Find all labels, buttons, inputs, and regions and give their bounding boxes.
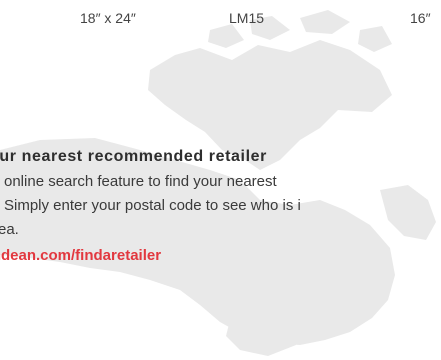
retailer-body-text-3: ea.: [0, 221, 19, 238]
find-retailer-link[interactable]: rndean.com/findaretailer: [0, 247, 441, 267]
spec-size: 18″ x 24″: [80, 10, 136, 26]
spec-size-secondary: 16″: [410, 10, 431, 26]
spec-row: 18″ x 24″ LM15 16″: [0, 10, 441, 30]
spec-model: LM15: [229, 10, 265, 26]
retailer-heading-text: our nearest recommended retailer: [0, 148, 267, 165]
retailer-body-text-2: Simply enter your postal code to see who…: [4, 197, 301, 214]
retailer-heading: our nearest recommended retailer: [0, 148, 441, 168]
retailer-body-line-1: online search feature to find your neare…: [0, 173, 441, 193]
find-retailer-link-text[interactable]: rndean.com/findaretailer: [0, 247, 161, 264]
retailer-body-text-1: online search feature to find your neare…: [4, 173, 277, 190]
retailer-body-line-3: ea.: [0, 221, 441, 241]
retailer-body-line-2: Simply enter your postal code to see who…: [0, 197, 441, 217]
